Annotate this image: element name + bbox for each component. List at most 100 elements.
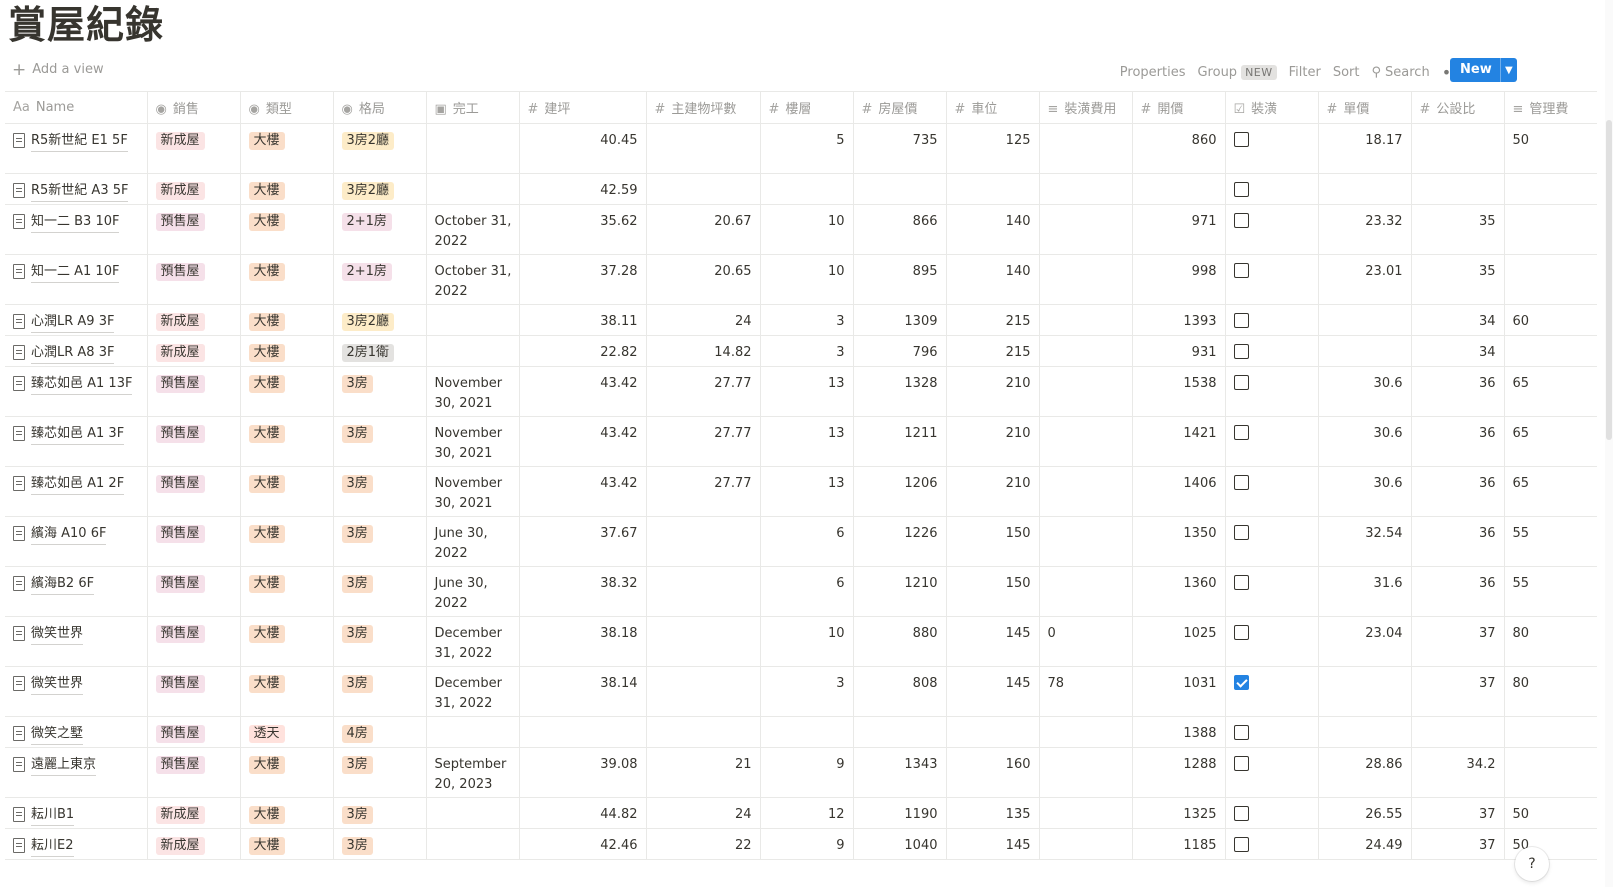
cell-mgmt-fee[interactable]: 50	[1504, 123, 1597, 174]
cell-ask-price[interactable]: 1025	[1132, 616, 1226, 667]
cell-sale[interactable]: 新成屋	[147, 335, 241, 367]
row-title-text[interactable]: 遠麗上東京	[31, 755, 97, 776]
cell-floor[interactable]: 12	[760, 797, 854, 829]
cell-parking[interactable]: 140	[946, 254, 1040, 305]
cell-public-ratio[interactable]: 36	[1411, 566, 1505, 617]
row-title[interactable]: 微笑世界	[13, 624, 139, 645]
cell-main-area[interactable]: 24	[646, 797, 761, 829]
cell-area[interactable]: 38.11	[519, 304, 647, 336]
cell-ask-price[interactable]: 1325	[1132, 797, 1226, 829]
cell-deco-cost[interactable]	[1039, 173, 1133, 205]
cell-floor[interactable]: 5	[760, 123, 854, 174]
checkbox[interactable]	[1233, 132, 1249, 147]
checkbox[interactable]	[1233, 837, 1249, 852]
cell-type[interactable]: 大樓	[240, 466, 334, 517]
row-title-text[interactable]: 耘川B1	[31, 805, 75, 826]
checkbox[interactable]	[1233, 625, 1249, 640]
cell-area[interactable]: 42.59	[519, 173, 647, 205]
cell-unit-price[interactable]: 30.6	[1318, 466, 1412, 517]
cell-mgmt-fee[interactable]	[1504, 747, 1597, 798]
cell-main-area[interactable]	[646, 123, 761, 174]
table-row[interactable]: R5新世紀 A3 5F 新成屋 大樓 3房2廳 42.59	[5, 173, 1597, 205]
cell-house-price[interactable]: 1040	[853, 828, 947, 860]
checkbox[interactable]	[1233, 375, 1249, 390]
table-row[interactable]: 知一二 B3 10F 預售屋 大樓 2+1房 October 31, 2022 35.62…	[5, 204, 1597, 255]
row-title[interactable]: 耘川B1	[13, 805, 139, 826]
cell-main-area[interactable]	[646, 716, 761, 748]
cell-unit-price[interactable]: 18.17	[1318, 123, 1412, 174]
cell-decorated[interactable]	[1225, 123, 1319, 174]
cell-parking[interactable]: 210	[946, 466, 1040, 517]
cell-parking[interactable]: 215	[946, 304, 1040, 336]
cell-decorated[interactable]	[1225, 304, 1319, 336]
row-title[interactable]: 繽海 A10 6F	[13, 524, 139, 545]
cell-decorated[interactable]	[1225, 747, 1319, 798]
properties-button[interactable]: Properties	[1120, 65, 1186, 80]
cell-area[interactable]: 37.28	[519, 254, 647, 305]
cell-unit-price[interactable]: 31.6	[1318, 566, 1412, 617]
cell-layout[interactable]: 3房	[333, 416, 427, 467]
cell-deco-cost[interactable]	[1039, 204, 1133, 255]
column-header[interactable]: ◉ 格局	[333, 91, 427, 124]
cell-floor[interactable]: 10	[760, 616, 854, 667]
cell-floor[interactable]: 13	[760, 466, 854, 517]
column-header[interactable]: ◉ 類型	[240, 91, 334, 124]
row-title[interactable]: 遠麗上東京	[13, 755, 139, 776]
cell-sale[interactable]: 新成屋	[147, 828, 241, 860]
cell-decorated[interactable]	[1225, 366, 1319, 417]
cell-public-ratio[interactable]: 34	[1411, 335, 1505, 367]
cell-main-area[interactable]: 20.67	[646, 204, 761, 255]
cell-mgmt-fee[interactable]: 80	[1504, 666, 1597, 717]
cell-floor[interactable]: 10	[760, 204, 854, 255]
cell-main-area[interactable]: 14.82	[646, 335, 761, 367]
cell-parking[interactable]: 215	[946, 335, 1040, 367]
cell-main-area[interactable]	[646, 666, 761, 717]
table-row[interactable]: 知一二 A1 10F 預售屋 大樓 2+1房 October 31, 2022 37.28…	[5, 254, 1597, 305]
cell-house-price[interactable]: 895	[853, 254, 947, 305]
row-title-text[interactable]: 微笑之墅	[31, 724, 84, 745]
cell-unit-price[interactable]: 23.04	[1318, 616, 1412, 667]
cell-floor[interactable]: 13	[760, 366, 854, 417]
search-button[interactable]: ⚲ Search	[1371, 65, 1429, 80]
cell-name[interactable]: 繽海 A10 6F	[5, 516, 148, 567]
cell-done[interactable]	[426, 123, 520, 174]
row-title-text[interactable]: 微笑世界	[31, 624, 84, 645]
cell-name[interactable]: 心潤LR A8 3F	[5, 335, 148, 367]
cell-area[interactable]: 35.62	[519, 204, 647, 255]
cell-done[interactable]: December 31, 2022	[426, 616, 520, 667]
cell-deco-cost[interactable]: 78	[1039, 666, 1133, 717]
cell-area[interactable]: 38.18	[519, 616, 647, 667]
cell-area[interactable]: 39.08	[519, 747, 647, 798]
cell-parking[interactable]: 160	[946, 747, 1040, 798]
row-title-text[interactable]: 知一二 B3 10F	[31, 212, 120, 233]
cell-sale[interactable]: 預售屋	[147, 747, 241, 798]
cell-sale[interactable]: 預售屋	[147, 616, 241, 667]
cell-decorated[interactable]	[1225, 466, 1319, 517]
row-title-text[interactable]: 臻芯如邑 A1 3F	[31, 424, 125, 445]
cell-done[interactable]: November 30, 2021	[426, 466, 520, 517]
cell-ask-price[interactable]: 1350	[1132, 516, 1226, 567]
table-row[interactable]: 耘川B1 新成屋 大樓 3房 44.82 24 12 1190 135 1325 26.55 37 50	[5, 797, 1597, 829]
cell-done[interactable]	[426, 797, 520, 829]
cell-mgmt-fee[interactable]	[1504, 204, 1597, 255]
cell-decorated[interactable]	[1225, 204, 1319, 255]
cell-mgmt-fee[interactable]	[1504, 173, 1597, 205]
cell-done[interactable]	[426, 828, 520, 860]
cell-deco-cost[interactable]	[1039, 716, 1133, 748]
table-row[interactable]: 心潤LR A8 3F 新成屋 大樓 2房1衛 22.82 14.82 3 796 215 931 3…	[5, 335, 1597, 367]
cell-unit-price[interactable]: 26.55	[1318, 797, 1412, 829]
cell-mgmt-fee[interactable]	[1504, 335, 1597, 367]
cell-layout[interactable]: 2+1房	[333, 254, 427, 305]
cell-area[interactable]: 43.42	[519, 366, 647, 417]
cell-ask-price[interactable]: 1031	[1132, 666, 1226, 717]
cell-parking[interactable]	[946, 716, 1040, 748]
cell-decorated[interactable]	[1225, 566, 1319, 617]
cell-unit-price[interactable]: 32.54	[1318, 516, 1412, 567]
cell-type[interactable]: 大樓	[240, 666, 334, 717]
cell-main-area[interactable]	[646, 566, 761, 617]
cell-decorated[interactable]	[1225, 716, 1319, 748]
cell-floor[interactable]: 10	[760, 254, 854, 305]
cell-public-ratio[interactable]: 34	[1411, 304, 1505, 336]
cell-decorated[interactable]	[1225, 797, 1319, 829]
cell-unit-price[interactable]: 24.49	[1318, 828, 1412, 860]
